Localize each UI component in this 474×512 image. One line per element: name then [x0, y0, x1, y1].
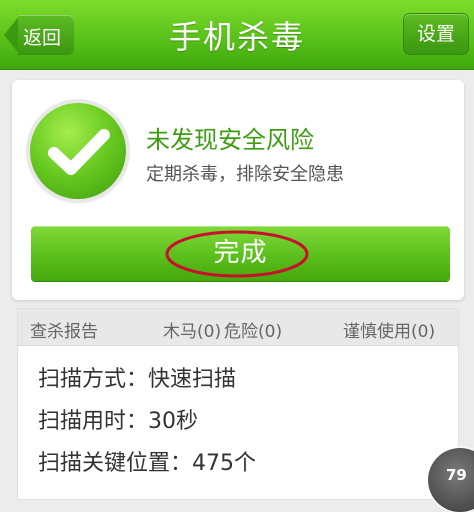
scan-duration: 扫描用时：30秒 [38, 409, 198, 434]
danger-count: 危险(0) [224, 322, 283, 342]
trojan-count: 木马(0) [163, 322, 222, 342]
settings-button[interactable]: 设置 [404, 14, 468, 54]
done-button[interactable]: 完成 [31, 226, 450, 281]
report-header: 查杀报告 木马(0) 危险(0) 谨慎使用(0) [18, 309, 458, 346]
caution-count: 谨慎使用(0) [343, 322, 436, 342]
scan-mode: 扫描方式：快速扫描 [38, 367, 237, 392]
scan-report: 查杀报告 木马(0) 危险(0) 谨慎使用(0) 扫描方式：快速扫描 扫描用时：… [17, 308, 459, 500]
check-icon [30, 103, 126, 199]
page-title: 手机杀毒 [168, 18, 305, 56]
floating-value: 79 [446, 466, 467, 484]
app-header: 返回 手机杀毒 设置 [0, 0, 474, 70]
status-title: 未发现安全风险 [146, 126, 314, 154]
scan-result-card: 未发现安全风险 定期杀毒，排除安全隐患 完成 [12, 80, 464, 300]
report-title: 查杀报告 [30, 322, 98, 342]
status-subtitle: 定期杀毒，排除安全隐患 [146, 164, 344, 185]
scan-locations: 扫描关键位置：475个 [38, 451, 256, 476]
